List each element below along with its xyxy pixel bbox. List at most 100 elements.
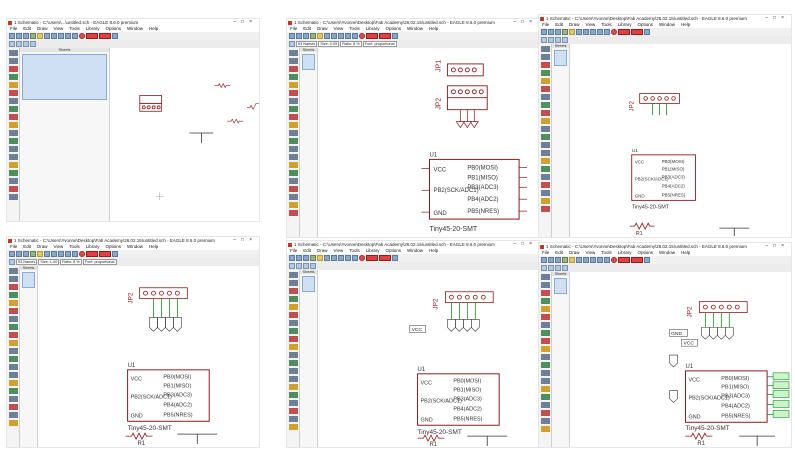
window-controls[interactable]: –□× (513, 241, 537, 248)
window-controls[interactable]: –□× (233, 237, 257, 244)
tool-run-icon[interactable] (289, 210, 298, 216)
tool-text-icon[interactable] (541, 150, 550, 156)
tool-show-icon[interactable] (541, 282, 550, 288)
fusion-icon[interactable] (631, 257, 643, 263)
tool-label-icon[interactable] (541, 402, 550, 408)
tool-label-icon[interactable] (9, 178, 18, 184)
tool-group-icon[interactable] (289, 98, 298, 104)
board-icon[interactable] (569, 257, 575, 263)
save-icon[interactable] (296, 33, 302, 39)
tool-net-icon[interactable] (9, 380, 18, 386)
tool-value-icon[interactable] (9, 138, 18, 144)
tool-copy-icon[interactable] (9, 74, 18, 80)
zoom-out-icon[interactable] (590, 257, 596, 263)
tool-move-icon[interactable] (9, 66, 18, 72)
go-icon[interactable] (86, 33, 98, 39)
header-jp1[interactable]: JP1 (435, 60, 484, 77)
tool-mirror-icon[interactable] (541, 306, 550, 312)
align-icon[interactable] (562, 265, 568, 271)
tool-add-icon[interactable] (9, 332, 18, 338)
redo-icon[interactable] (352, 33, 358, 39)
chip-u1[interactable]: U1 VCC PB2(SCK/ADC1) GND PB0(MOSI) PB1(M… (421, 152, 528, 233)
schematic-canvas[interactable]: JP2 VCC U1 VCC PB2(SCK/ADC1) GND PB0(MOS… (318, 270, 539, 447)
tool-group-icon[interactable] (541, 322, 550, 328)
tool-erc-icon[interactable] (9, 412, 18, 418)
open-icon[interactable] (9, 33, 15, 39)
tool-errors-icon[interactable] (289, 424, 298, 430)
save-icon[interactable] (296, 255, 302, 261)
stop-icon[interactable] (79, 251, 85, 257)
tool-info-icon[interactable] (289, 272, 298, 278)
tool-erc-icon[interactable] (289, 194, 298, 200)
fusion-icon[interactable] (99, 251, 111, 257)
tool-show-icon[interactable] (289, 58, 298, 64)
print-icon[interactable] (23, 33, 29, 39)
undo-icon[interactable] (597, 29, 603, 35)
undo-icon[interactable] (597, 257, 603, 263)
chip-u1[interactable]: U1 VCC PB2(SCK/ADC1) GND PB0(MOSI) PB1(M… (631, 148, 696, 210)
tool-bus-icon[interactable] (289, 392, 298, 398)
tool-value-icon[interactable] (9, 356, 18, 362)
tool-add-icon[interactable] (541, 110, 550, 116)
snap-icon[interactable] (303, 263, 309, 269)
tool-move-icon[interactable] (9, 284, 18, 290)
tool-net-icon[interactable] (9, 162, 18, 168)
layer-select[interactable]: 93 Names (16, 259, 38, 265)
chip-u1[interactable]: U1 VCC PB2(SCK/ADC1) GND PB0(MOSI) PB1(M… (417, 367, 500, 436)
tool-value-icon[interactable] (289, 138, 298, 144)
tool-name-icon[interactable] (9, 348, 18, 354)
cam-icon[interactable] (30, 33, 36, 39)
tool-name-icon[interactable] (9, 130, 18, 136)
tool-info-icon[interactable] (9, 268, 18, 274)
resistor-r1[interactable]: R1 (417, 434, 445, 447)
fusion-icon[interactable] (99, 33, 111, 39)
chip-u1[interactable]: U1 VCC PB2(SCK/ADC1) GND PB0(MOSI) PB1(M… (127, 363, 210, 432)
help-icon[interactable] (392, 33, 398, 39)
board-icon[interactable] (569, 29, 575, 35)
cam-icon[interactable] (310, 255, 316, 261)
zoom-out-icon[interactable] (338, 255, 344, 261)
tool-wire-icon[interactable] (289, 146, 298, 152)
tool-label-icon[interactable] (289, 400, 298, 406)
fusion-icon[interactable] (379, 255, 391, 261)
tool-text-icon[interactable] (9, 372, 18, 378)
window-controls[interactable]: –□× (765, 243, 789, 250)
zoom-fit-icon[interactable] (44, 33, 50, 39)
zoom-fit-icon[interactable] (324, 255, 330, 261)
tool-move-icon[interactable] (541, 62, 550, 68)
zoom-out-icon[interactable] (58, 33, 64, 39)
vcc-net-label[interactable]: VCC (681, 338, 698, 347)
open-icon[interactable] (289, 255, 295, 261)
sheet-thumbnail[interactable] (22, 272, 35, 288)
tool-net-icon[interactable] (541, 158, 550, 164)
tool-info-icon[interactable] (9, 50, 18, 56)
tool-rotate-icon[interactable] (9, 308, 18, 314)
tool-add-icon[interactable] (541, 338, 550, 344)
tool-label-icon[interactable] (9, 396, 18, 402)
tool-show-icon[interactable] (9, 276, 18, 282)
tool-rotate-icon[interactable] (9, 90, 18, 96)
open-icon[interactable] (289, 33, 295, 39)
redo-icon[interactable] (352, 255, 358, 261)
tool-junction-icon[interactable] (289, 186, 298, 192)
cam-icon[interactable] (562, 29, 568, 35)
placed-resistor-symbols[interactable] (214, 82, 259, 124)
zoom-in-icon[interactable] (51, 251, 57, 257)
zoom-in-icon[interactable] (51, 33, 57, 39)
grid-icon[interactable] (541, 265, 547, 271)
tool-replace-icon[interactable] (541, 346, 550, 352)
snap-icon[interactable] (23, 41, 29, 47)
zoom-in-icon[interactable] (583, 29, 589, 35)
board-icon[interactable] (317, 255, 323, 261)
resistor-r1[interactable]: R1 (685, 432, 713, 447)
redo-icon[interactable] (72, 33, 78, 39)
tool-value-icon[interactable] (289, 360, 298, 366)
tool-run-icon[interactable] (541, 206, 550, 212)
tool-replace-icon[interactable] (9, 122, 18, 128)
tool-rotate-icon[interactable] (541, 314, 550, 320)
align-icon[interactable] (562, 37, 568, 43)
tool-group-icon[interactable] (289, 320, 298, 326)
board-icon[interactable] (37, 251, 43, 257)
stop-icon[interactable] (359, 255, 365, 261)
save-icon[interactable] (548, 257, 554, 263)
